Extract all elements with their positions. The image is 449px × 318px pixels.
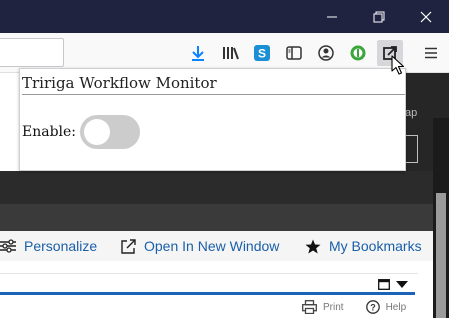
restore-icon [373,11,385,22]
close-button[interactable] [403,0,449,33]
sliders-icon [0,239,16,253]
caret-down-icon[interactable] [396,280,408,289]
maximize-panel-icon[interactable] [378,279,390,290]
partial-header-text: ap [405,107,418,119]
page-nav-bar [0,171,433,204]
svg-text:?: ? [370,303,376,313]
extension-button[interactable] [345,40,371,66]
account-button[interactable] [313,40,339,66]
enable-row: Enable: [22,115,141,149]
sidebar-icon [286,46,302,60]
account-icon [318,45,334,61]
minimize-button[interactable] [309,0,355,33]
minimize-icon [327,16,337,17]
personalize-link[interactable]: Personalize [0,238,97,254]
close-icon [420,11,432,22]
extension-popup: Tririga Workflow Monitor Enable: [19,68,406,171]
print-label[interactable]: Print [323,302,344,313]
skype-icon: S [254,45,270,61]
mouse-cursor-icon [391,55,405,75]
extension-icon [350,45,366,61]
open-new-window-link[interactable]: Open In New Window [121,238,279,254]
library-button[interactable] [218,40,244,66]
enable-label: Enable: [22,124,77,140]
my-bookmarks-link[interactable]: My Bookmarks [305,238,422,254]
help-icon[interactable]: ? [365,300,380,314]
url-bar[interactable] [0,38,64,67]
page-subnav-bar [0,204,433,231]
enable-toggle[interactable] [80,115,141,149]
toggle-knob [84,119,111,145]
my-bookmarks-label: My Bookmarks [329,238,422,254]
popup-title: Tririga Workflow Monitor [22,74,405,95]
panel-accent-line [0,292,415,295]
window-titlebar [0,0,449,33]
external-link-icon [121,238,136,254]
panel-actions: Print ? Help [302,300,406,314]
page-scrollbar-thumb[interactable] [436,193,446,318]
svg-text:S: S [258,47,266,61]
star-icon [305,239,321,253]
help-label[interactable]: Help [386,302,407,313]
downloads-button[interactable] [185,40,211,66]
menu-icon [425,47,437,59]
printer-icon[interactable] [302,300,317,314]
restore-button[interactable] [356,0,402,33]
personalize-label: Personalize [24,238,98,254]
library-icon [223,47,239,60]
panel-controls [378,279,408,290]
download-icon [192,46,204,61]
sidebar-button[interactable] [281,40,307,66]
menu-button[interactable] [418,40,444,66]
skype-button[interactable]: S [249,40,275,66]
browser-toolbar: S [0,33,449,73]
open-new-window-label: Open In New Window [144,238,280,254]
